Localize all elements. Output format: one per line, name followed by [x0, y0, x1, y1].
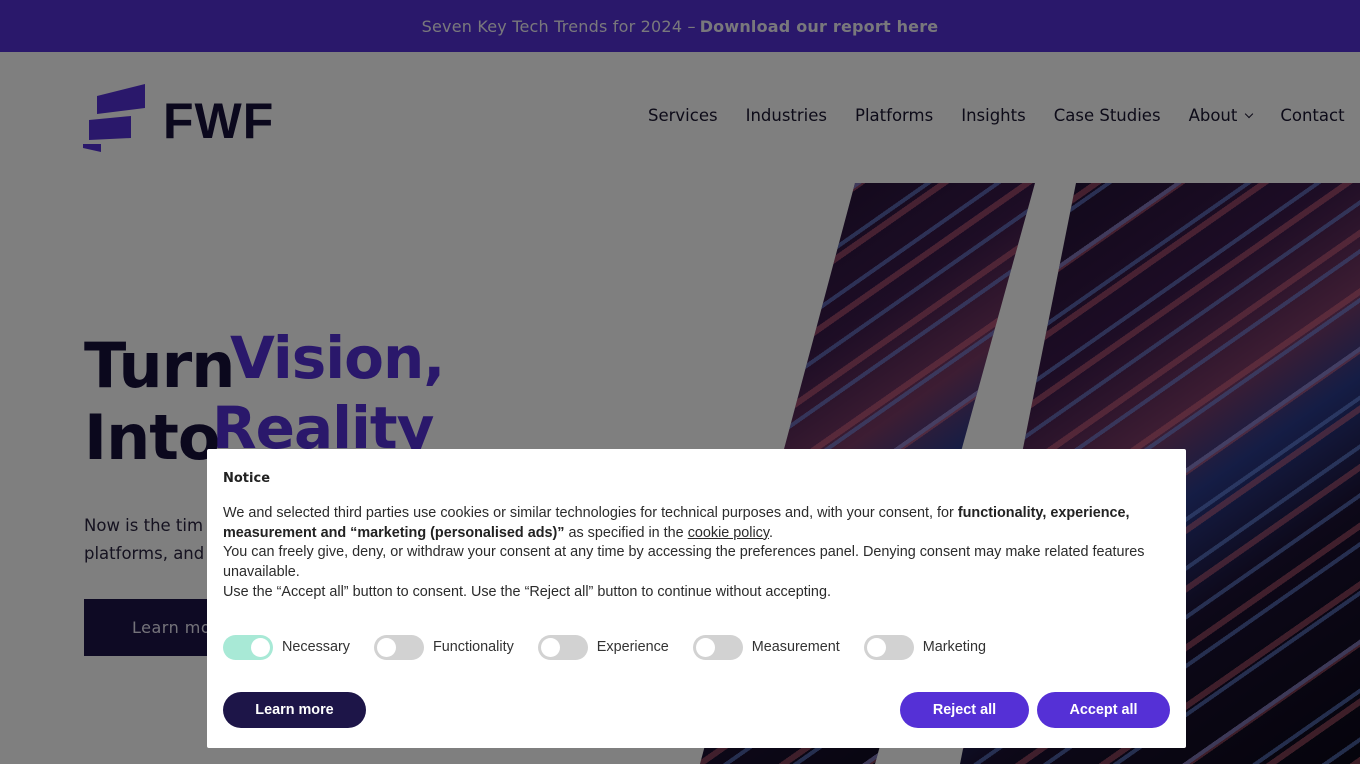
- toggle-switch-experience[interactable]: [537, 634, 588, 660]
- accept-all-button[interactable]: Accept all: [1037, 692, 1170, 728]
- consent-text: We and selected third parties use cookie…: [223, 505, 958, 521]
- consent-text-2: as specified in the: [564, 524, 688, 541]
- toggle-measurement[interactable]: Measurement: [692, 634, 840, 660]
- toggle-switch-marketing[interactable]: [863, 634, 914, 660]
- toggle-label: Experience: [596, 639, 669, 656]
- consent-paragraph-1: We and selected third parties use cookie…: [223, 504, 1170, 543]
- toggle-experience[interactable]: Experience: [537, 634, 669, 660]
- dialog-actions: Learn more Reject all Accept all: [223, 692, 1170, 728]
- consent-toggles: Necessary Functionality Experience Measu…: [223, 634, 1170, 660]
- reject-all-button[interactable]: Reject all: [900, 692, 1029, 728]
- dialog-body: We and selected third parties use cookie…: [223, 504, 1170, 603]
- cookie-policy-link[interactable]: cookie policy: [688, 525, 769, 541]
- dialog-title: Notice: [223, 471, 271, 486]
- consent-period: .: [769, 524, 774, 541]
- toggle-label: Marketing: [922, 639, 986, 656]
- toggle-switch-functionality[interactable]: [373, 634, 424, 660]
- consent-paragraph-2: You can freely give, deny, or withdraw y…: [223, 544, 1145, 581]
- toggle-switch-necessary[interactable]: [223, 634, 273, 660]
- toggle-switch-measurement[interactable]: [692, 634, 743, 660]
- toggle-label: Functionality: [432, 639, 514, 656]
- toggle-necessary[interactable]: Necessary: [223, 634, 350, 660]
- toggle-functionality[interactable]: Functionality: [373, 634, 514, 660]
- toggle-marketing[interactable]: Marketing: [863, 634, 986, 660]
- consent-paragraph-3: Use the “Accept all” button to consent. …: [223, 583, 831, 600]
- learn-more-button[interactable]: Learn more: [223, 692, 366, 728]
- cookie-consent-dialog: Notice We and selected third parties use…: [207, 449, 1186, 748]
- toggle-label: Necessary: [282, 639, 350, 656]
- toggle-label: Measurement: [751, 639, 840, 656]
